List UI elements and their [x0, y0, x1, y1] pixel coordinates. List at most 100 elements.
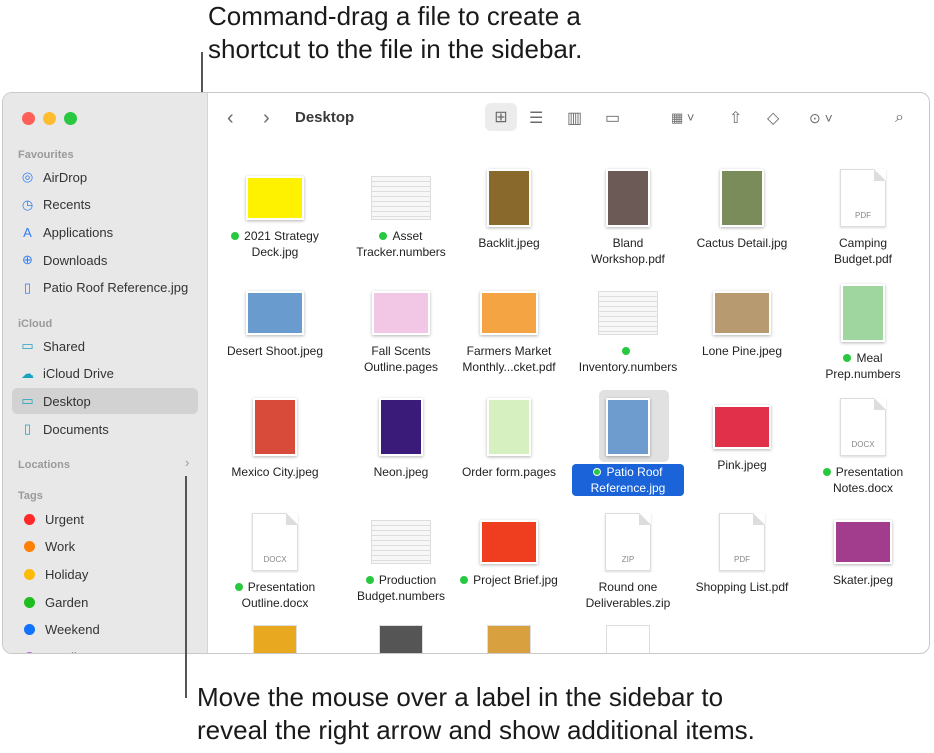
- file-name-text: Inventory.numbers: [578, 359, 678, 374]
- file-item[interactable]: Backlit.jpeg: [450, 167, 568, 252]
- file-item[interactable]: Neon.jpeg: [342, 396, 460, 481]
- file-name: Shopping List.pdf: [693, 579, 792, 595]
- spreadsheet-thumbnail: [598, 290, 658, 335]
- file-name-text: Presentation Outline.docx: [241, 579, 316, 610]
- green-tag-icon: [365, 575, 374, 584]
- file-name-text: Bland Workshop.pdf: [591, 236, 665, 266]
- file-item[interactable]: Mexico City.jpeg: [216, 396, 334, 481]
- image-thumbnail: [246, 290, 304, 335]
- file-item[interactable]: Meal Prep.numbers: [804, 282, 922, 383]
- image-thumbnail: [372, 290, 430, 335]
- file-item[interactable]: [216, 625, 334, 653]
- sidebar-item-airdrop[interactable]: ◎ AirDrop: [12, 164, 198, 190]
- sidebar-item-patio-roof-reference-jpg[interactable]: ▯ Patio Roof Reference.jpg: [12, 275, 198, 301]
- file-item[interactable]: [569, 625, 687, 653]
- image-thumbnail: [606, 625, 650, 653]
- sidebar-item-desktop[interactable]: ▭ Desktop: [12, 388, 198, 415]
- file-name-text: Lone Pine.jpeg: [701, 343, 783, 358]
- file-item[interactable]: [450, 625, 568, 653]
- file-item[interactable]: PDF Shopping List.pdf: [683, 511, 801, 596]
- green-tag-icon: [460, 575, 469, 584]
- document-thumbnail: ZIP: [605, 512, 651, 571]
- zoom-button[interactable]: [64, 112, 77, 125]
- document-thumbnail: PDF: [719, 512, 765, 571]
- file-item[interactable]: Production Budget.numbers: [342, 511, 460, 605]
- image-thumbnail: [487, 398, 531, 456]
- file-item[interactable]: ZIP Round one Deliverables.zip: [569, 511, 687, 612]
- window-title: Desktop: [295, 109, 355, 126]
- sidebar-item-shared[interactable]: ▭ Shared: [12, 333, 198, 359]
- image-thumbnail: [379, 625, 423, 653]
- file-item[interactable]: Project Brief.jpg: [450, 511, 568, 589]
- image-thumbnail: [720, 169, 764, 227]
- file-item[interactable]: PDF Camping Budget.pdf: [804, 167, 922, 268]
- gallery-view-button[interactable]: ▭: [605, 107, 620, 129]
- sidebar-item-label: Shared: [43, 338, 85, 354]
- section-header: Locations: [18, 459, 70, 471]
- sidebar-item-recents[interactable]: ◷ Recents: [12, 192, 198, 218]
- file-name: Farmers Market Monthly...cket.pdf: [453, 343, 565, 375]
- file-item[interactable]: Cactus Detail.jpg: [683, 167, 801, 252]
- group-button[interactable]: ▦ ˅: [671, 107, 695, 129]
- list-view-button[interactable]: ☰: [529, 107, 543, 129]
- file-item[interactable]: Inventory.numbers: [569, 282, 687, 376]
- file-item[interactable]: Lone Pine.jpeg: [683, 282, 801, 360]
- file-item[interactable]: Pink.jpeg: [683, 396, 801, 474]
- file-item[interactable]: Asset Tracker.numbers: [342, 167, 460, 261]
- sidebar-item-label: Garden: [45, 594, 89, 610]
- desktop-icon: ▭: [21, 393, 34, 409]
- image-thumbnail: [487, 169, 531, 227]
- chevron-right-icon[interactable]: ›: [185, 455, 189, 470]
- green-tag-icon: [593, 468, 602, 476]
- file-item[interactable]: Skater.jpeg: [804, 511, 922, 589]
- sidebar-item-applications[interactable]: A Applications: [12, 219, 198, 245]
- sidebar-item-downloads[interactable]: ⊕ Downloads: [12, 247, 198, 273]
- file-name-text: Skater.jpeg: [832, 572, 894, 587]
- file-item[interactable]: DOCX Presentation Notes.docx: [804, 396, 922, 497]
- sidebar-item-work[interactable]: Work: [12, 534, 198, 560]
- file-item[interactable]: DOCX Presentation Outline.docx: [216, 511, 334, 612]
- sidebar-item-holiday[interactable]: Holiday: [12, 561, 198, 587]
- finder-window: Favourites ◎ AirDrop ◷ Recents A Applications ⊕…: [2, 92, 930, 654]
- search-button[interactable]: ⌕: [895, 107, 904, 129]
- sidebar-item-label: iCloud Drive: [43, 366, 114, 382]
- close-button[interactable]: [22, 112, 35, 125]
- icon-view-button[interactable]: ⊞: [485, 103, 517, 131]
- column-view-button[interactable]: ▥: [567, 107, 582, 129]
- green-tag-icon: [231, 232, 240, 240]
- file-item[interactable]: Fall Scents Outline.pages: [342, 282, 460, 376]
- file-item[interactable]: Desert Shoot.jpeg: [216, 282, 334, 360]
- file-name-text: Backlit.jpeg: [478, 236, 540, 250]
- file-name: Round one Deliverables.zip: [572, 579, 684, 611]
- tag-button[interactable]: ◇: [767, 107, 779, 129]
- green-tag-icon: [621, 346, 630, 355]
- file-name-text: Presentation Notes.docx: [832, 465, 904, 495]
- file-name: Skater.jpeg: [830, 572, 896, 588]
- file-item[interactable]: Patio Roof Reference.jpg: [569, 390, 687, 497]
- sidebar-item-weekend[interactable]: Weekend: [12, 617, 198, 643]
- file-item[interactable]: Farmers Market Monthly...cket.pdf: [450, 282, 568, 376]
- minimize-button[interactable]: [43, 112, 56, 125]
- window-controls: [22, 112, 77, 125]
- back-button[interactable]: ‹: [227, 107, 234, 129]
- file-name: Presentation Outline.docx: [219, 579, 331, 611]
- sidebar-item-icloud-drive[interactable]: ☁ iCloud Drive: [12, 361, 198, 387]
- file-item[interactable]: [342, 625, 460, 653]
- sidebar-item-label: Work: [45, 539, 76, 555]
- share-button[interactable]: ⇧: [729, 107, 742, 129]
- image-thumbnail: [713, 290, 771, 335]
- sidebar-item-documents[interactable]: ▯ Documents: [12, 416, 198, 442]
- file-name-text: Meal Prep.numbers: [825, 350, 901, 381]
- sidebar-item-urgent[interactable]: Urgent: [12, 506, 198, 532]
- file-name: Backlit.jpeg: [475, 235, 542, 251]
- sidebar-item-family[interactable]: Family: [12, 645, 198, 653]
- sidebar-item-garden[interactable]: Garden: [12, 589, 198, 615]
- file-item[interactable]: Bland Workshop.pdf: [569, 167, 687, 268]
- file-name: Presentation Notes.docx: [807, 464, 919, 496]
- sidebar-item-label: Desktop: [43, 393, 91, 409]
- more-actions-button[interactable]: ⊙ ˅: [809, 107, 833, 129]
- forward-button[interactable]: ›: [263, 107, 270, 129]
- file-item[interactable]: Order form.pages: [450, 396, 568, 481]
- file-item[interactable]: 2021 Strategy Deck.jpg: [216, 167, 334, 261]
- tag-color-icon: [24, 568, 35, 580]
